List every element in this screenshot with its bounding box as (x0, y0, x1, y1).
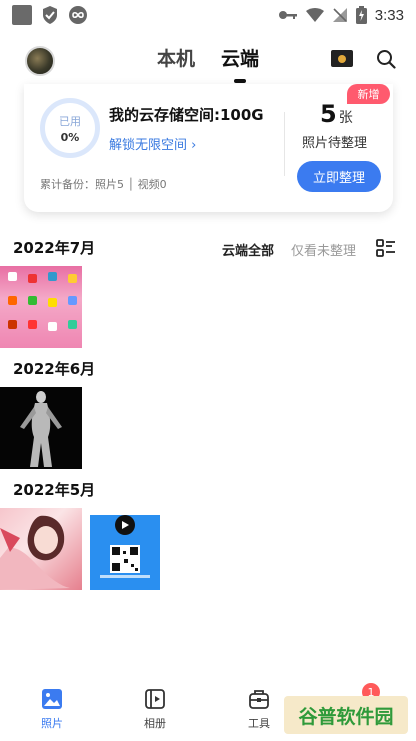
nav-albums[interactable]: 相册 (125, 688, 185, 731)
pending-count-unit: 张 (338, 110, 353, 126)
pending-label: 照片待整理 (302, 136, 368, 151)
watermark-text: 谷普软件园 (298, 705, 394, 728)
site-watermark: 谷普软件园 (284, 696, 408, 734)
usage-label: 已用 (59, 114, 81, 128)
thumb-detail (48, 272, 57, 281)
thumb-detail (100, 575, 150, 578)
nav-label-albums: 相册 (144, 717, 166, 730)
shield-check-icon (40, 5, 60, 25)
backup-summary: 累计备份：照片5 │ 视频0 (40, 178, 167, 191)
thumb-detail (28, 296, 37, 305)
cloud-storage-card: 已用 0% 我的云存储空间:100G 解锁无限空间 › 新增 5 张 照片待整理… (24, 84, 393, 212)
section-title-july: 2022年7月 (13, 239, 96, 257)
pending-count-number: 5 (320, 100, 337, 128)
nav-photos[interactable]: 照片 (22, 688, 82, 731)
photo-thumbnail[interactable] (0, 266, 82, 348)
filter-unsorted-only[interactable]: 仅看未整理 (291, 240, 356, 259)
new-badge: 新增 (347, 84, 390, 104)
tab-local[interactable]: 本机 (157, 44, 195, 71)
qr-code-image (110, 545, 140, 573)
thumb-detail (8, 320, 17, 329)
thumb-detail (8, 272, 17, 281)
square-icon (12, 5, 32, 25)
message-icon[interactable] (331, 50, 353, 67)
infinity-icon (68, 5, 88, 25)
no-signal-icon (332, 8, 347, 22)
thumb-detail (48, 298, 57, 307)
thumb-detail (48, 322, 57, 331)
list-view-icon[interactable] (376, 239, 396, 257)
nav-tools[interactable]: 工具 (229, 688, 289, 731)
pending-count: 5 张 (320, 100, 353, 128)
photo-thumbnail[interactable] (0, 387, 82, 469)
thumb-detail (28, 274, 37, 283)
section-title-june: 2022年6月 (13, 360, 96, 378)
section-title-may: 2022年5月 (13, 481, 96, 499)
thumb-detail (68, 296, 77, 305)
key-icon (278, 11, 297, 19)
usage-ring: 已用 0% (40, 98, 100, 158)
thumb-detail (68, 274, 77, 283)
top-header: 本机 云端 (0, 38, 416, 84)
nav-label-tools: 工具 (248, 717, 270, 730)
photo-thumbnail[interactable] (0, 508, 82, 590)
status-time: 3:33 (374, 6, 404, 24)
card-divider (284, 112, 285, 176)
photo-icon (42, 689, 62, 709)
thumb-detail (20, 391, 62, 467)
nav-label-photos: 照片 (41, 717, 63, 730)
top-tabs: 本机 云端 (0, 44, 416, 83)
album-icon (145, 689, 165, 709)
battery-charging-icon (355, 6, 367, 24)
filter-cloud-all[interactable]: 云端全部 (222, 240, 274, 259)
thumb-detail (28, 320, 37, 329)
unlock-unlimited-link[interactable]: 解锁无限空间 › (109, 134, 196, 153)
thumb-detail (8, 296, 17, 305)
thumb-detail (0, 515, 70, 590)
toolbox-icon (249, 690, 269, 709)
status-bar: 3:33 (0, 0, 416, 30)
organize-now-button[interactable]: 立即整理 (297, 161, 381, 192)
storage-title: 我的云存储空间:100G (109, 106, 264, 124)
usage-percent: 0% (60, 130, 80, 144)
thumb-detail (68, 320, 77, 329)
wifi-icon (305, 8, 324, 22)
video-thumbnail[interactable] (90, 515, 160, 590)
tab-cloud[interactable]: 云端 (221, 44, 259, 83)
search-icon[interactable] (376, 49, 396, 69)
play-icon (115, 515, 135, 535)
